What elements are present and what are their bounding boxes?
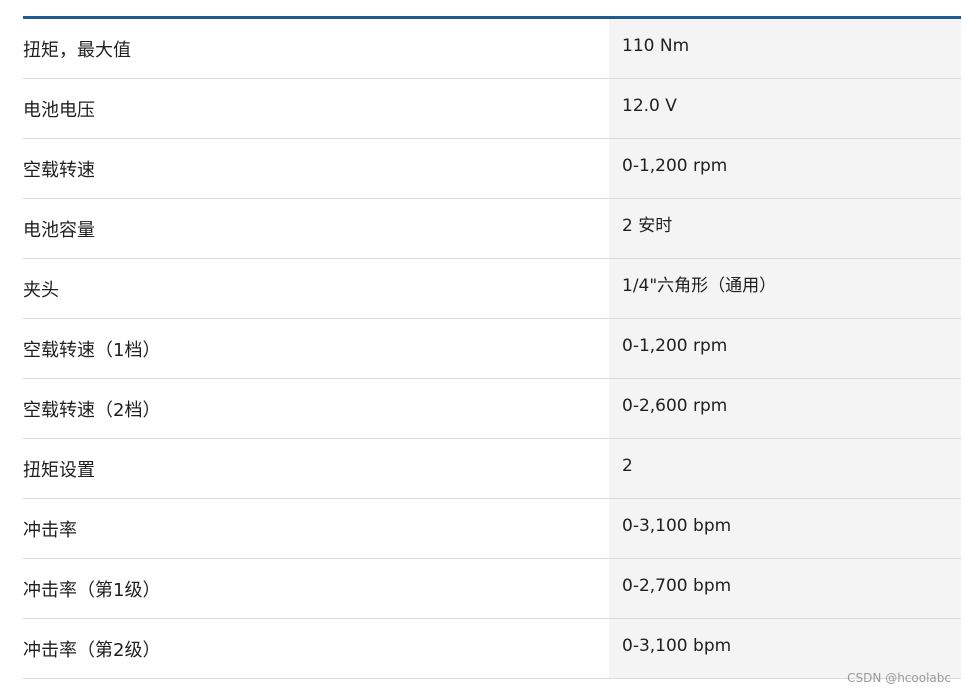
- spec-label: 扭矩设置: [23, 460, 95, 481]
- watermark: CSDN @hcoolabc: [847, 671, 951, 685]
- spec-label: 空载转速（1档）: [23, 340, 161, 361]
- spec-label: 冲击率（第2级）: [23, 640, 161, 661]
- spec-row-impact-rate-level-1: 冲击率（第1级） 0-2,700 bpm: [23, 559, 961, 619]
- spec-table: 扭矩，最大值 110 Nm 电池电压 12.0 V 空载转速 0-1,200 r…: [23, 16, 961, 679]
- spec-row-impact-rate-level-2: 冲击率（第2级） 0-3,100 bpm: [23, 619, 961, 679]
- spec-value: 2: [609, 439, 961, 498]
- spec-value: 0-3,100 bpm: [609, 619, 961, 678]
- spec-label: 冲击率（第1级）: [23, 580, 161, 601]
- spec-label: 扭矩，最大值: [23, 40, 131, 61]
- spec-row-no-load-speed-gear-2: 空载转速（2档） 0-2,600 rpm: [23, 379, 961, 439]
- spec-value: 0-2,600 rpm: [609, 379, 961, 438]
- spec-row-no-load-speed-gear-1: 空载转速（1档） 0-1,200 rpm: [23, 319, 961, 379]
- spec-row-chuck: 夹头 1/4"六角形（通用）: [23, 259, 961, 319]
- spec-label: 冲击率: [23, 520, 77, 541]
- spec-value: 110 Nm: [609, 19, 961, 78]
- spec-value: 2 安时: [609, 199, 961, 258]
- spec-label: 电池容量: [23, 220, 95, 241]
- spec-row-impact-rate: 冲击率 0-3,100 bpm: [23, 499, 961, 559]
- spec-row-torque-settings: 扭矩设置 2: [23, 439, 961, 499]
- spec-label: 空载转速: [23, 160, 95, 181]
- spec-value: 0-3,100 bpm: [609, 499, 961, 558]
- spec-row-battery-capacity: 电池容量 2 安时: [23, 199, 961, 259]
- spec-label: 电池电压: [23, 100, 95, 121]
- spec-value: 12.0 V: [609, 79, 961, 138]
- spec-row-torque-max: 扭矩，最大值 110 Nm: [23, 19, 961, 79]
- spec-row-no-load-speed: 空载转速 0-1,200 rpm: [23, 139, 961, 199]
- spec-value: 1/4"六角形（通用）: [609, 259, 961, 318]
- spec-row-battery-voltage: 电池电压 12.0 V: [23, 79, 961, 139]
- spec-value: 0-1,200 rpm: [609, 319, 961, 378]
- spec-value: 0-2,700 bpm: [609, 559, 961, 618]
- spec-label: 空载转速（2档）: [23, 400, 161, 421]
- spec-value: 0-1,200 rpm: [609, 139, 961, 198]
- spec-label: 夹头: [23, 280, 59, 301]
